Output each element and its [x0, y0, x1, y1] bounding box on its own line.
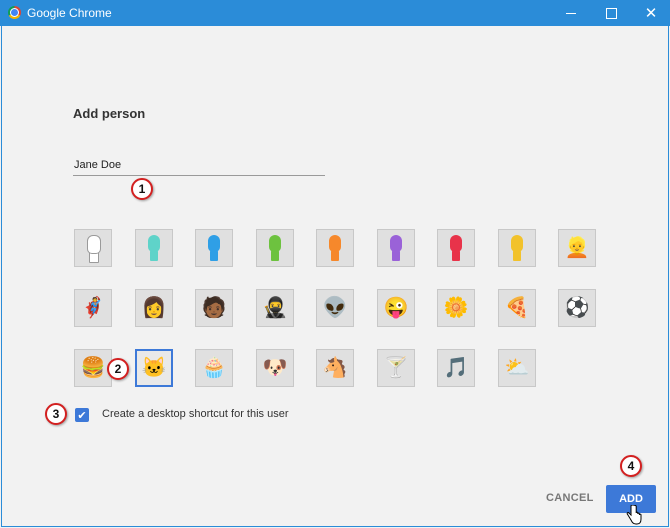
avatar-person-dark[interactable]: 🧑🏾 — [195, 289, 233, 327]
callout-3: 3 — [45, 403, 67, 425]
burger-icon: 🍔 — [80, 357, 106, 379]
hand-cursor-icon — [626, 505, 642, 525]
person-silhouette-icon — [327, 235, 343, 261]
person-silhouette-icon — [85, 235, 101, 263]
avatar-generic-yellow[interactable] — [498, 229, 536, 267]
person-name-input[interactable] — [73, 155, 325, 176]
callout-4: 4 — [620, 455, 642, 477]
avatar-flower[interactable]: 🌼 — [437, 289, 475, 327]
alien-icon: 👽 — [322, 297, 348, 319]
cupcake-icon: 🧁 — [201, 357, 227, 379]
callout-2: 2 — [107, 358, 129, 380]
avatar-generic-red[interactable] — [437, 229, 475, 267]
avatar-generic-white[interactable] — [74, 229, 112, 267]
avatar-pizza[interactable]: 🍕 — [498, 289, 536, 327]
person-silhouette-icon — [267, 235, 283, 261]
person-icon: 🧑🏾 — [201, 297, 227, 319]
person-silhouette-icon — [509, 235, 525, 261]
minimize-icon — [566, 12, 576, 14]
avatar-alien[interactable]: 👽 — [316, 289, 354, 327]
sun-behind-cloud-icon: ⛅ — [504, 357, 530, 379]
businessman-icon: 👱 — [564, 237, 590, 259]
avatar-horse[interactable]: 🐴 — [316, 349, 354, 387]
desktop-shortcut-checkbox[interactable]: ✔ — [75, 408, 89, 422]
horse-icon: 🐴 — [322, 357, 348, 379]
ninja-icon: 🥷 — [262, 297, 288, 319]
avatar-generic-green[interactable] — [256, 229, 294, 267]
person-silhouette-icon — [448, 235, 464, 261]
avatar-hero[interactable]: 🦸 — [74, 289, 112, 327]
desktop-shortcut-label: Create a desktop shortcut for this user — [102, 408, 289, 420]
smiley-icon: 😜 — [383, 297, 409, 319]
avatar-music[interactable]: 🎵 — [437, 349, 475, 387]
pizza-icon: 🍕 — [504, 297, 530, 319]
superwoman-icon: 👩 — [141, 297, 167, 319]
title-bar: Google Chrome ✕ — [0, 0, 670, 26]
avatar-awesome-face[interactable]: 😜 — [377, 289, 415, 327]
avatar-generic-blue[interactable] — [195, 229, 233, 267]
avatar-drink[interactable]: 🍸 — [377, 349, 415, 387]
avatar-cat[interactable]: 🐱 — [135, 349, 173, 387]
avatar-generic-orange[interactable] — [316, 229, 354, 267]
avatar-cupcake[interactable]: 🧁 — [195, 349, 233, 387]
dog-icon: 🐶 — [262, 357, 288, 379]
callout-1: 1 — [131, 178, 153, 200]
chrome-logo-icon — [8, 6, 21, 19]
avatar-generic-teal[interactable] — [135, 229, 173, 267]
cancel-button[interactable]: CANCEL — [540, 485, 594, 511]
dialog-heading: Add person — [73, 106, 146, 121]
avatar-soccer[interactable]: ⚽ — [558, 289, 596, 327]
avatar-ninja[interactable]: 🥷 — [256, 289, 294, 327]
avatar-sun-cloud[interactable]: ⛅ — [498, 349, 536, 387]
person-silhouette-icon — [206, 235, 222, 261]
avatar-businessman[interactable]: 👱 — [558, 229, 596, 267]
close-icon: ✕ — [644, 4, 658, 22]
maximize-icon — [605, 7, 617, 19]
close-button[interactable]: ✕ — [628, 0, 670, 26]
cocktail-icon: 🍸 — [383, 357, 409, 379]
add-person-dialog — [1, 26, 669, 527]
cat-icon: 🐱 — [141, 357, 167, 379]
window-title: Google Chrome — [27, 6, 112, 20]
person-silhouette-icon — [388, 235, 404, 261]
checkmark-icon: ✔ — [77, 409, 87, 422]
soccer-ball-icon: ⚽ — [564, 297, 590, 319]
avatar-generic-purple[interactable] — [377, 229, 415, 267]
avatar-dog[interactable]: 🐶 — [256, 349, 294, 387]
music-note-icon: 🎵 — [443, 357, 469, 379]
flower-icon: 🌼 — [443, 297, 469, 319]
hero-icon: 🦸 — [80, 297, 106, 319]
avatar-superwoman[interactable]: 👩 — [135, 289, 173, 327]
person-silhouette-icon — [146, 235, 162, 261]
